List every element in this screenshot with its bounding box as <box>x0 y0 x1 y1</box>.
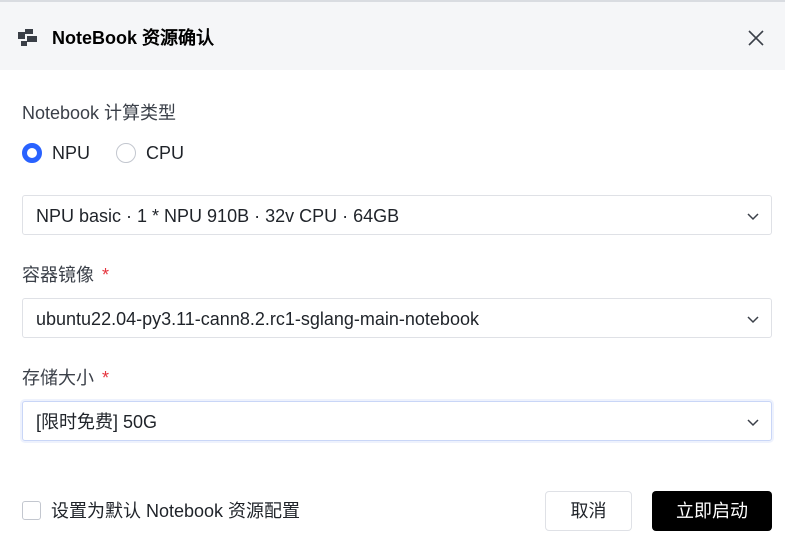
compute-type-radio-group: NPU CPU <box>22 141 210 165</box>
radio-cpu-indicator[interactable] <box>116 143 137 163</box>
flavor-select-value: NPU basic · 1 * NPU 910B · 32v CPU · 64G… <box>36 206 400 226</box>
set-default-checkbox[interactable] <box>22 501 41 520</box>
chevron-down-icon <box>747 419 759 427</box>
radio-cpu[interactable]: CPU <box>116 142 184 164</box>
image-select-value: ubuntu22.04-py3.11-cann8.2.rc1-sglang-ma… <box>36 309 479 329</box>
radio-npu-label: NPU <box>52 143 91 163</box>
storage-select-value: [限时免费] 50G <box>36 412 158 432</box>
dialog-title: NoteBook 资源确认 <box>52 28 214 48</box>
set-default-checkbox-label[interactable]: 设置为默认 Notebook 资源配置 <box>51 500 300 522</box>
flavor-select[interactable]: NPU basic · 1 * NPU 910B · 32v CPU · 64G… <box>22 195 772 235</box>
image-label-text: 容器镜像 <box>22 265 94 285</box>
storage-label-text: 存储大小 <box>22 368 94 388</box>
radio-npu[interactable]: NPU <box>22 142 90 164</box>
chevron-down-icon <box>747 213 759 221</box>
storage-label: 存储大小 * <box>22 367 109 389</box>
resource-confirm-dialog: NoteBook 资源确认 Notebook 计算类型 NPU CPU NPU … <box>0 0 785 560</box>
required-mark: * <box>102 265 110 285</box>
compute-type-label: Notebook 计算类型 <box>22 102 176 124</box>
storage-select[interactable]: [限时免费] 50G <box>22 401 772 441</box>
cancel-button[interactable]: 取消 <box>545 491 632 531</box>
radio-cpu-label: CPU <box>146 143 185 163</box>
required-mark: * <box>102 368 110 388</box>
dialog-header: NoteBook 资源确认 <box>0 2 785 70</box>
radio-npu-indicator[interactable] <box>22 143 42 163</box>
image-label: 容器镜像 * <box>22 264 109 286</box>
start-now-button[interactable]: 立即启动 <box>652 491 772 531</box>
notebook-logo-icon <box>18 29 37 46</box>
image-select[interactable]: ubuntu22.04-py3.11-cann8.2.rc1-sglang-ma… <box>22 298 772 338</box>
compute-type-label-text: Notebook 计算类型 <box>22 103 177 123</box>
close-icon[interactable] <box>746 28 766 48</box>
chevron-down-icon <box>747 316 759 324</box>
